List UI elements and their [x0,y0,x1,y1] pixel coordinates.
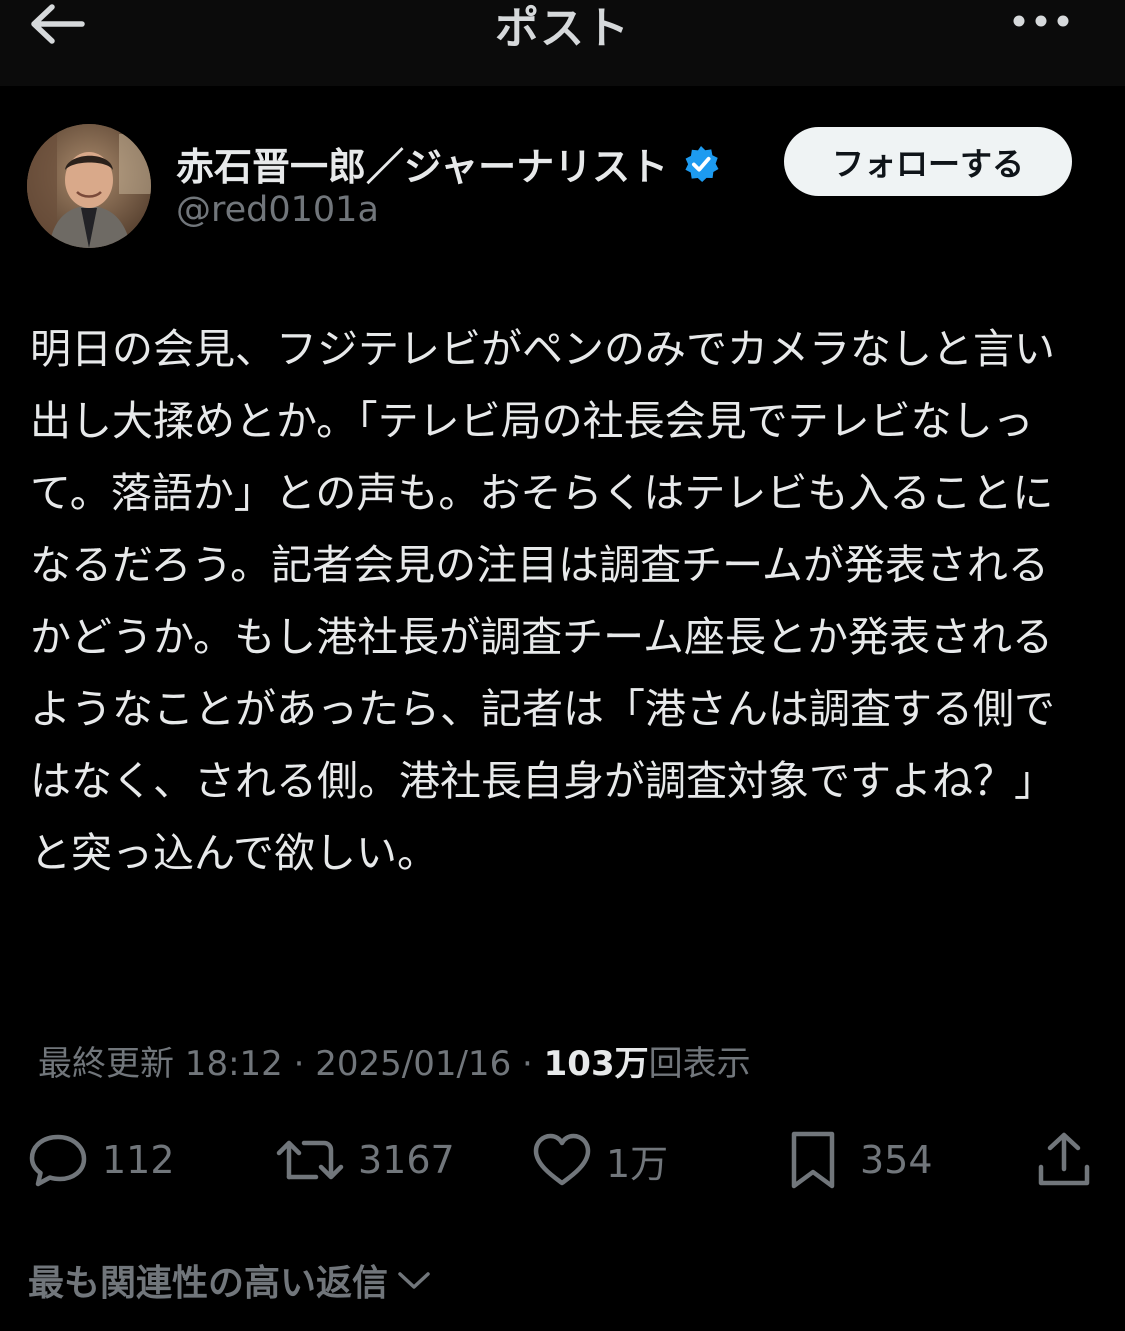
more-horizontal-icon [1013,15,1069,27]
replies-sort-dropdown[interactable]: 最も関連性の高い返信 [28,1254,432,1306]
replies-sort-label: 最も関連性の高い返信 [28,1263,389,1304]
author-name-row[interactable]: 赤石晋一郎／ジャーナリスト [176,136,720,191]
post-updated-time[interactable]: 最終更新 18:12 [38,1044,283,1084]
author-handle[interactable]: @red0101a [176,190,379,230]
views-label: 回表示 [648,1044,751,1084]
like-button[interactable]: 1万 [532,1128,668,1192]
meta-separator: · [511,1044,544,1084]
page-title: ポスト [495,3,630,54]
repost-icon [276,1140,344,1180]
repost-button[interactable]: 3167 [276,1128,455,1192]
reply-button[interactable]: 112 [28,1128,175,1192]
repost-count: 3167 [358,1138,455,1182]
follow-button[interactable]: フォローする [784,127,1072,196]
chevron-down-icon [398,1272,430,1289]
reply-count: 112 [102,1138,175,1182]
like-count: 1万 [606,1141,669,1186]
avatar-photo [27,124,151,248]
share-icon [1038,1132,1090,1186]
post-text: 明日の会見、フジテレビがペンのみでカメラなしと言い出し大揉めとか。「テレビ局の社… [30,325,1055,877]
post-meta: 最終更新 18:12 · 2025/01/16 · 103万回表示 [38,1036,751,1085]
meta-separator: · [282,1044,316,1084]
top-nav-bar: ポスト [0,0,1125,86]
author-name: 赤石晋一郎／ジャーナリスト [176,145,669,189]
bookmark-button[interactable]: 354 [788,1128,933,1192]
reply-icon [29,1134,87,1187]
bookmark-count: 354 [860,1138,933,1182]
heart-icon [533,1133,591,1186]
share-button[interactable] [1036,1128,1092,1192]
post-date[interactable]: 2025/01/16 [315,1044,511,1084]
author-avatar[interactable] [27,124,151,248]
bookmark-icon [791,1131,835,1189]
verified-badge-icon [685,145,719,182]
action-bar: 112 3167 1万 354 [0,1128,1125,1198]
views-count: 103万 [543,1044,649,1084]
more-options-button[interactable] [1009,0,1073,42]
